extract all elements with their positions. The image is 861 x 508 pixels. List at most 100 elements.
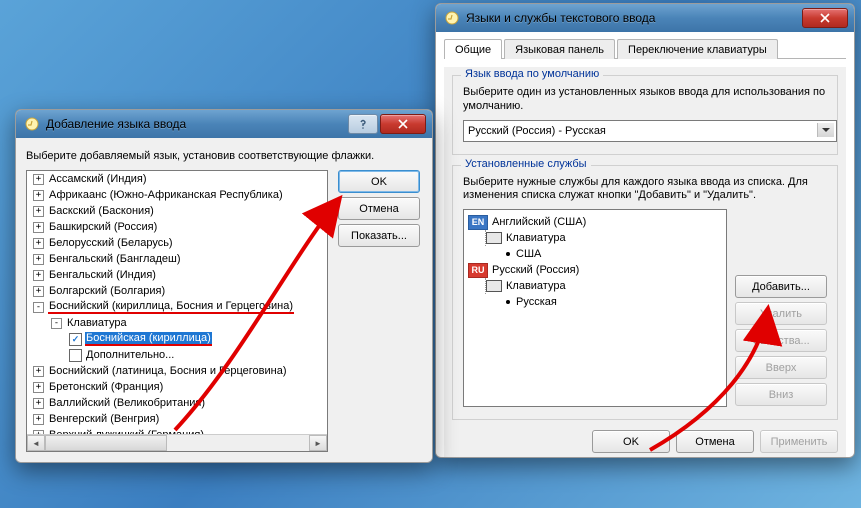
cancel-button[interactable]: Отмена [338, 197, 420, 220]
horizontal-scrollbar[interactable]: ◄ ► [27, 434, 327, 451]
text-services-window: Языки и службы текстового ввода Общие Яз… [435, 3, 855, 458]
tree-label: Боснийский (латиница, Босния и Герцегови… [48, 365, 288, 377]
installed-desc: Выберите нужные службы для каждого языка… [463, 176, 827, 204]
expand-icon[interactable]: + [33, 270, 44, 281]
tree-node[interactable]: + Венгерский (Венгрия) [27, 411, 327, 427]
properties-button[interactable]: Свойства... [735, 329, 827, 352]
tree-node[interactable]: Дополнительно... [27, 347, 327, 363]
ok-button[interactable]: OK [338, 170, 420, 193]
add-button[interactable]: Добавить... [735, 275, 827, 298]
tree-node[interactable]: + Африкаанс (Южно-Африканская Республика) [27, 187, 327, 203]
scroll-thumb[interactable] [45, 435, 167, 451]
tree-label: Венгерский (Венгрия) [48, 413, 160, 425]
bullet-icon [506, 252, 510, 256]
cancel-button[interactable]: Отмена [676, 430, 754, 453]
lang-row[interactable]: EN Английский (США) [468, 214, 722, 230]
default-language-combo[interactable]: Русский (Россия) - Русская [463, 120, 837, 142]
expand-icon[interactable]: + [33, 286, 44, 297]
expand-icon[interactable]: + [33, 382, 44, 393]
tree-node[interactable]: + Бенгальский (Бангладеш) [27, 251, 327, 267]
tree-node[interactable]: -Боснийский (кириллица, Босния и Герцего… [27, 299, 327, 315]
lang-badge-icon: EN [468, 215, 488, 230]
default-language-group: Язык ввода по умолчанию Выберите один из… [452, 75, 838, 155]
group-legend: Язык ввода по умолчанию [461, 68, 603, 80]
tree-label: Бретонский (Франция) [48, 381, 164, 393]
window-title: Языки и службы текстового ввода [466, 11, 802, 25]
lang-row[interactable]: RU Русский (Россия) [468, 262, 722, 278]
expand-icon[interactable]: + [33, 414, 44, 425]
tree-label: Баскский (Баскония) [48, 205, 155, 217]
tree-node[interactable]: +Валлийский (Великобритания) [27, 395, 327, 411]
expand-icon[interactable]: + [33, 206, 44, 217]
layout-name: Русская [516, 296, 557, 308]
window-title: Добавление языка ввода [46, 117, 348, 131]
layout-row[interactable]: Русская [468, 294, 722, 310]
collapse-icon[interactable]: - [51, 318, 62, 329]
help-button[interactable] [348, 114, 378, 134]
close-button[interactable] [380, 114, 426, 134]
preview-button[interactable]: Показать... [338, 224, 420, 247]
lang-name: Русский (Россия) [492, 264, 579, 276]
expand-icon[interactable]: + [33, 238, 44, 249]
language-tree[interactable]: + Ассамский (Индия) + Африкаанс (Южно-Африк… [26, 170, 328, 452]
scroll-right-button[interactable]: ► [309, 435, 327, 451]
tree-node[interactable]: -Клавиатура [27, 315, 327, 331]
checkbox[interactable]: ✓ [69, 333, 82, 346]
expand-icon[interactable]: + [33, 254, 44, 265]
tree-node[interactable]: + Баскский (Баскония) [27, 203, 327, 219]
keyboard-header-row: Клавиатура [468, 230, 722, 246]
installed-services-tree[interactable]: EN Английский (США) Клавиатура США [463, 209, 727, 407]
expand-icon[interactable]: + [33, 174, 44, 185]
expand-icon[interactable]: + [33, 366, 44, 377]
keyboard-icon [486, 280, 502, 292]
keyboard-header: Клавиатура [506, 280, 566, 292]
tree-node[interactable]: + Ассамский (Индия) [27, 171, 327, 187]
keyboard-icon [486, 232, 502, 244]
tree-node[interactable]: + Бретонский (Франция) [27, 379, 327, 395]
remove-button[interactable]: Удалить [735, 302, 827, 325]
ok-button[interactable]: OK [592, 430, 670, 453]
layout-row[interactable]: США [468, 246, 722, 262]
expand-icon[interactable]: + [33, 190, 44, 201]
tree-label: Клавиатура [66, 317, 128, 329]
tabstrip: Общие Языковая панель Переключение клави… [444, 38, 846, 59]
tree-label: Бенгальский (Бангладеш) [48, 253, 182, 265]
collapse-icon[interactable]: - [33, 302, 44, 313]
titlebar[interactable]: Языки и службы текстового ввода [436, 4, 854, 32]
tree-node[interactable]: + Болгарский (Болгария) [27, 283, 327, 299]
combo-value: Русский (Россия) - Русская [468, 125, 606, 137]
installed-services-group: Установленные службы Выберите нужные слу… [452, 165, 838, 421]
keyboard-header-row: Клавиатура [468, 278, 722, 294]
instruction-text: Выберите добавляемый язык, установив соо… [26, 150, 422, 162]
tree-label: Боснийский (кириллица, Босния и Герцегов… [48, 300, 294, 314]
tree-node[interactable]: ✓Боснийская (кириллица) [27, 331, 327, 347]
layout-name: США [516, 248, 541, 260]
tab-switching[interactable]: Переключение клавиатуры [617, 39, 778, 59]
tree-label: Африкаанс (Южно-Африканская Республика) [48, 189, 284, 201]
app-icon [24, 116, 40, 132]
tab-general[interactable]: Общие [444, 39, 502, 59]
close-button[interactable] [802, 8, 848, 28]
tree-label: Боснийская (кириллица) [85, 332, 212, 346]
scroll-left-button[interactable]: ◄ [27, 435, 45, 451]
tree-label: Болгарский (Болгария) [48, 285, 166, 297]
chevron-down-icon [822, 128, 830, 132]
bullet-icon [506, 300, 510, 304]
add-input-language-window: Добавление языка ввода Выберите добавляе… [15, 109, 433, 463]
tree-node[interactable]: + Боснийский (латиница, Босния и Герцегов… [27, 363, 327, 379]
tree-label: Белорусский (Беларусь) [48, 237, 174, 249]
tree-node[interactable]: +Башкирский (Россия) [27, 219, 327, 235]
move-down-button[interactable]: Вниз [735, 383, 827, 406]
tree-node[interactable]: +Бенгальский (Индия) [27, 267, 327, 283]
expand-icon[interactable]: + [33, 398, 44, 409]
checkbox[interactable] [69, 349, 82, 362]
apply-button[interactable]: Применить [760, 430, 838, 453]
tab-language-bar[interactable]: Языковая панель [504, 39, 615, 59]
move-up-button[interactable]: Вверх [735, 356, 827, 379]
tree-label: Ассамский (Индия) [48, 173, 148, 185]
expand-icon[interactable]: + [33, 222, 44, 233]
lang-name: Английский (США) [492, 216, 586, 228]
group-legend: Установленные службы [461, 158, 591, 170]
titlebar[interactable]: Добавление языка ввода [16, 110, 432, 138]
tree-node[interactable]: + Белорусский (Беларусь) [27, 235, 327, 251]
